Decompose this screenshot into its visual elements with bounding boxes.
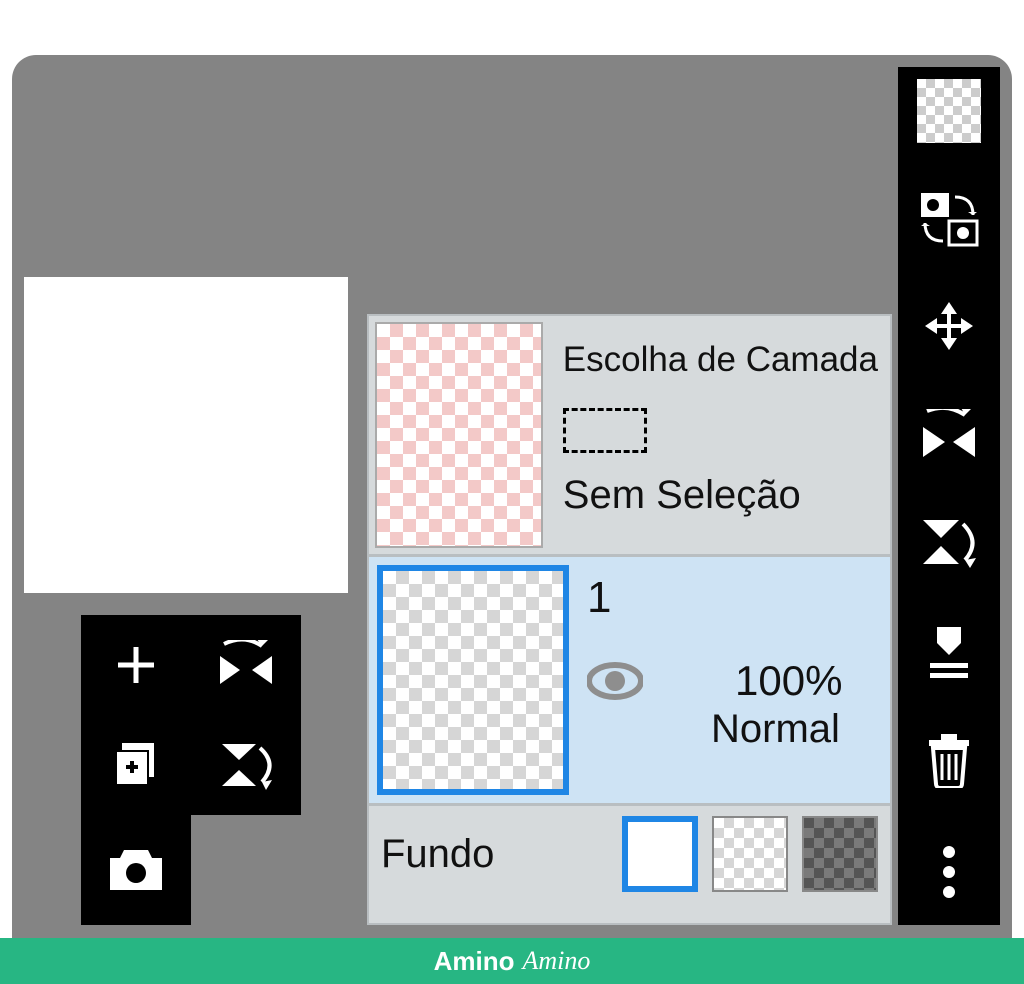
bottom-left-toolbar <box>81 615 301 925</box>
drawing-canvas[interactable] <box>24 277 348 593</box>
flip-vertical-rotate-icon <box>216 738 276 792</box>
flip-horizontal-button[interactable] <box>917 409 981 466</box>
more-options-button[interactable] <box>941 844 957 905</box>
visibility-eye-icon[interactable] <box>587 661 643 701</box>
layer-selection-row[interactable]: Escolha de Camada Sem Seleção <box>369 316 890 554</box>
layer-name-label: 1 <box>587 573 882 623</box>
delete-layer-button[interactable] <box>925 732 973 793</box>
amino-watermark: Amino Amino <box>0 938 1024 984</box>
selection-thumbnail <box>375 322 543 548</box>
layer-blend-mode-label: Normal <box>711 707 882 752</box>
background-row: Fundo <box>369 806 890 902</box>
layer-choice-label: Escolha de Camada <box>563 340 878 380</box>
trash-icon <box>925 732 973 788</box>
duplicate-plus-icon <box>110 739 162 791</box>
right-toolbar <box>898 67 1000 925</box>
selection-marquee-icon <box>563 408 647 453</box>
layer-opacity-label: 100% <box>735 657 842 705</box>
no-selection-label: Sem Seleção <box>563 473 878 518</box>
swap-colors-icon <box>919 191 979 247</box>
swap-colors-button[interactable] <box>919 191 979 252</box>
flip-horizontal-rotate-button[interactable] <box>191 615 301 715</box>
layers-panel: Escolha de Camada Sem Seleção 1 100% Nor… <box>367 314 892 925</box>
bg-swatch-dark[interactable] <box>802 816 878 892</box>
flip-vertical-rotate-button[interactable] <box>191 715 301 815</box>
bg-swatch-white[interactable] <box>622 816 698 892</box>
move-tool-button[interactable] <box>921 300 977 361</box>
bg-swatch-transparent[interactable] <box>712 816 788 892</box>
amino-brand-bold: Amino <box>434 946 515 977</box>
camera-icon <box>106 846 166 894</box>
flip-vertical-button[interactable] <box>917 514 981 575</box>
merge-down-button[interactable] <box>924 623 974 684</box>
duplicate-layer-button[interactable] <box>81 715 191 815</box>
flip-horizontal-icon <box>917 409 981 461</box>
vertical-dots-icon <box>941 844 957 900</box>
move-arrows-icon <box>921 300 977 356</box>
camera-import-button[interactable] <box>81 815 191 925</box>
add-layer-button[interactable] <box>81 615 191 715</box>
flip-vertical-icon <box>917 514 981 570</box>
plus-icon <box>112 641 160 689</box>
amino-brand-cursive: Amino <box>523 946 591 976</box>
layer-1-thumbnail <box>377 565 569 795</box>
app-canvas: Escolha de Camada Sem Seleção 1 100% Nor… <box>12 55 1012 984</box>
layer-1-row[interactable]: 1 100% Normal <box>369 554 890 806</box>
merge-down-icon <box>924 623 974 679</box>
flip-horizontal-rotate-icon <box>216 640 276 690</box>
transparency-toggle-button[interactable] <box>917 79 981 143</box>
background-label: Fundo <box>381 832 622 877</box>
